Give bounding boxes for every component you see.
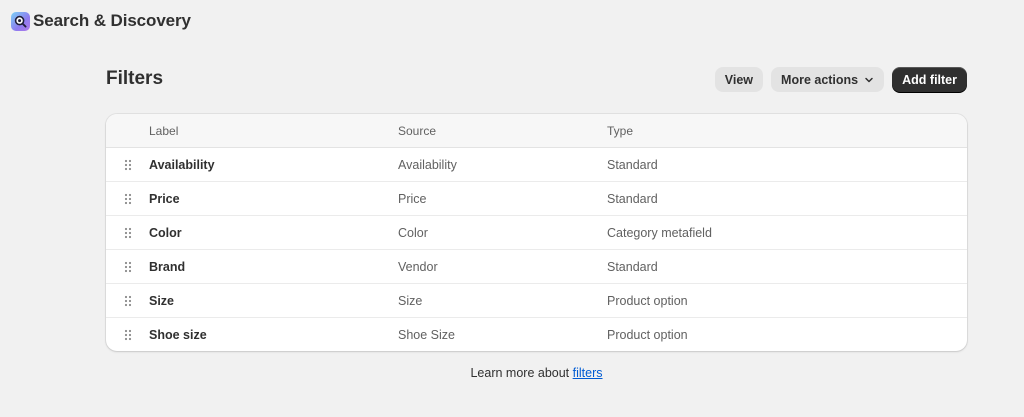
row-source: Color [398, 225, 428, 240]
chevron-down-icon [864, 75, 874, 85]
search-discovery-logo-icon [11, 11, 30, 31]
row-type: Standard [607, 157, 658, 172]
view-button[interactable]: View [714, 67, 764, 92]
row-label: Shoe size [149, 327, 207, 342]
column-header-label: Label [149, 123, 179, 138]
learn-more-note: Learn more about filters [0, 366, 1024, 380]
page-title: Filters [106, 68, 164, 89]
filters-table: Label Source Type Availability Availabil… [106, 114, 967, 351]
row-source: Vendor [398, 259, 438, 274]
row-source: Price [398, 191, 427, 206]
row-type: Standard [607, 191, 658, 206]
drag-handle-icon[interactable] [106, 193, 149, 205]
table-row[interactable]: Size Size Product option [106, 284, 967, 318]
table-row[interactable]: Availability Availability Standard [106, 148, 967, 182]
row-source: Size [398, 293, 423, 308]
drag-handle-icon[interactable] [106, 295, 149, 307]
table-row[interactable]: Brand Vendor Standard [106, 250, 967, 284]
row-label: Price [149, 191, 180, 206]
drag-handle-icon[interactable] [106, 227, 149, 239]
row-type: Product option [607, 293, 688, 308]
row-type: Category metafield [607, 225, 712, 240]
filters-help-link[interactable]: filters [573, 366, 603, 380]
row-label: Size [149, 293, 175, 308]
row-label: Color [149, 225, 182, 240]
column-header-type: Type [607, 123, 634, 138]
more-actions-button[interactable]: More actions [771, 67, 885, 92]
app-header: Search & Discovery [11, 9, 191, 33]
column-header-source: Source [398, 123, 437, 138]
learn-more-prefix: Learn more about [470, 366, 573, 380]
table-header: Label Source Type [106, 114, 967, 148]
table-row[interactable]: Color Color Category metafield [106, 216, 967, 250]
more-actions-label: More actions [781, 72, 859, 87]
table-row[interactable]: Price Price Standard [106, 182, 967, 216]
page-actions: View More actions Add filter [714, 67, 967, 92]
row-label: Availability [149, 157, 215, 172]
row-label: Brand [149, 259, 186, 274]
add-filter-label: Add filter [902, 72, 957, 87]
table-row[interactable]: Shoe size Shoe Size Product option [106, 318, 967, 351]
drag-handle-icon[interactable] [106, 329, 149, 341]
drag-handle-icon[interactable] [106, 261, 149, 273]
row-source: Shoe Size [398, 327, 455, 342]
add-filter-button[interactable]: Add filter [892, 67, 967, 92]
app-title: Search & Discovery [33, 11, 191, 30]
row-type: Product option [607, 327, 688, 342]
drag-handle-icon[interactable] [106, 159, 149, 171]
row-type: Standard [607, 259, 658, 274]
row-source: Availability [398, 157, 457, 172]
view-button-label: View [724, 72, 754, 87]
